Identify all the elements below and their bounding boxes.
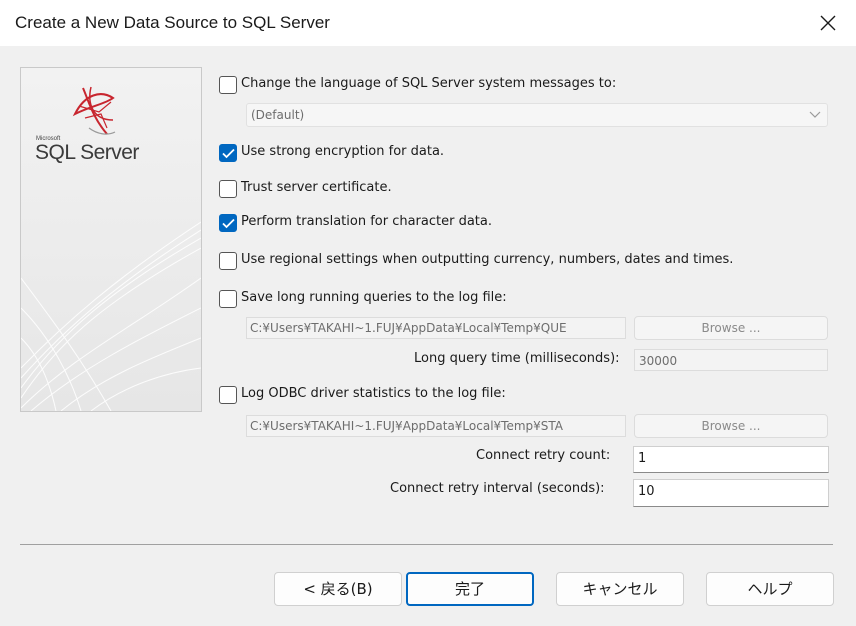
chevron-down-icon — [809, 111, 821, 118]
translation-label: Perform translation for character data. — [241, 214, 492, 229]
sql-server-logo-panel: Microsoft SQL Server — [20, 67, 202, 412]
long-query-time-field[interactable]: 30000 — [634, 349, 828, 371]
checkmark-icon — [222, 148, 235, 159]
long-queries-path-field[interactable]: C:¥Users¥TAKAHI~1.FUJ¥AppData¥Local¥Temp… — [246, 317, 626, 339]
retry-count-label: Connect retry count: — [476, 448, 611, 463]
regional-settings-checkbox[interactable] — [219, 252, 237, 270]
retry-interval-field[interactable]: 10 — [633, 479, 829, 507]
long-queries-label: Save long running queries to the log fil… — [241, 290, 507, 305]
retry-interval-label: Connect retry interval (seconds): — [390, 481, 605, 496]
odbc-stats-path-field[interactable]: C:¥Users¥TAKAHI~1.FUJ¥AppData¥Local¥Temp… — [246, 415, 626, 437]
cancel-button[interactable]: キャンセル — [556, 572, 684, 606]
close-button[interactable] — [800, 0, 856, 46]
strong-encryption-label: Use strong encryption for data. — [241, 144, 445, 159]
language-checkbox[interactable] — [219, 76, 237, 94]
odbc-stats-checkbox[interactable] — [219, 386, 237, 404]
title-bar: Create a New Data Source to SQL Server — [0, 0, 856, 46]
language-label: Change the language of SQL Server system… — [241, 76, 617, 91]
separator-line — [20, 544, 833, 545]
odbc-stats-label: Log ODBC driver statistics to the log fi… — [241, 386, 506, 401]
window-title: Create a New Data Source to SQL Server — [15, 13, 330, 32]
long-queries-checkbox[interactable] — [219, 290, 237, 308]
odbc-stats-browse-button[interactable]: Browse ... — [634, 414, 828, 438]
sql-server-logo-icon — [72, 86, 116, 135]
strong-encryption-checkbox[interactable] — [219, 144, 237, 162]
language-select[interactable]: (Default) — [246, 103, 828, 127]
decorative-waves — [21, 221, 201, 411]
translation-checkbox[interactable] — [219, 214, 237, 232]
trust-certificate-label: Trust server certificate. — [241, 180, 392, 195]
checkmark-icon — [222, 218, 235, 229]
help-button[interactable]: ヘルプ — [706, 572, 834, 606]
regional-settings-label: Use regional settings when outputting cu… — [241, 252, 734, 267]
back-button[interactable]: < 戻る(B) — [274, 572, 402, 606]
trust-certificate-checkbox[interactable] — [219, 180, 237, 198]
retry-count-field[interactable]: 1 — [633, 446, 829, 473]
logo-sql-server-text: SQL Server — [35, 141, 139, 164]
close-icon — [820, 15, 836, 31]
finish-button[interactable]: 完了 — [406, 572, 534, 606]
long-query-time-label: Long query time (milliseconds): — [414, 351, 620, 366]
language-select-value: (Default) — [251, 108, 305, 122]
long-queries-browse-button[interactable]: Browse ... — [634, 316, 828, 340]
